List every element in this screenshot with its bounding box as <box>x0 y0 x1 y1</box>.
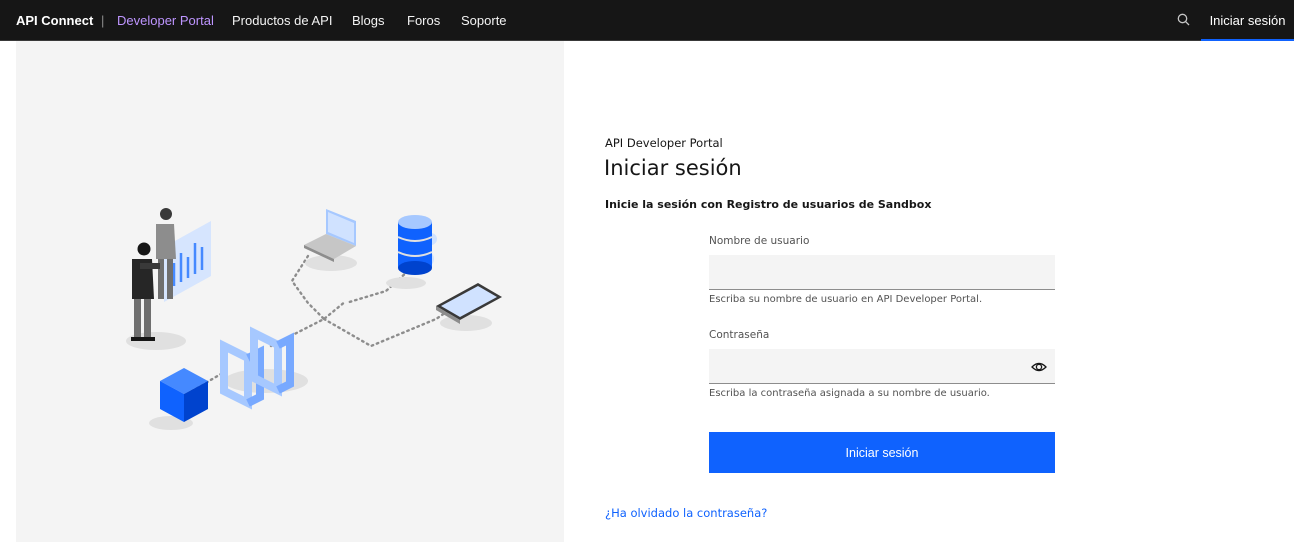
login-subtitle: Inicie la sesión con Registro de usuario… <box>605 198 932 211</box>
username-label: Nombre de usuario <box>709 235 810 247</box>
password-helper: Escriba la contraseña asignada a su nomb… <box>709 388 990 399</box>
gateway-frames-icon <box>220 326 294 410</box>
nav-developer-portal[interactable]: Developer Portal <box>117 0 214 41</box>
portal-eyebrow: API Developer Portal <box>605 136 723 150</box>
blue-cube-icon <box>160 368 208 422</box>
username-input[interactable] <box>709 255 1055 290</box>
search-icon[interactable] <box>1171 7 1197 33</box>
top-navigation-bar: API Connect | Developer Portal Productos… <box>0 0 1294 41</box>
nav-blogs[interactable]: Blogs <box>352 0 385 41</box>
database-icon <box>397 215 437 275</box>
eye-icon[interactable] <box>1030 358 1048 376</box>
brand-separator: | <box>101 13 105 28</box>
brand-name[interactable]: API Connect <box>16 0 93 41</box>
signin-button[interactable]: Iniciar sesión <box>709 432 1055 473</box>
laptop-icon <box>304 209 356 262</box>
integration-illustration <box>126 208 502 430</box>
person-icon <box>131 242 160 341</box>
password-input[interactable] <box>709 349 1055 384</box>
nav-soporte[interactable]: Soporte <box>461 0 507 41</box>
forgot-password-link[interactable]: ¿Ha olvidado la contraseña? <box>605 506 767 520</box>
password-label: Contraseña <box>709 329 770 341</box>
username-helper: Escriba su nombre de usuario en API Deve… <box>709 294 983 305</box>
nav-productos-de-api[interactable]: Productos de API <box>232 0 332 41</box>
nav-foros[interactable]: Foros <box>407 0 440 41</box>
illustration-panel <box>16 41 564 542</box>
page-title: Iniciar sesión <box>604 156 742 180</box>
header-signin-link[interactable]: Iniciar sesión <box>1201 0 1294 41</box>
